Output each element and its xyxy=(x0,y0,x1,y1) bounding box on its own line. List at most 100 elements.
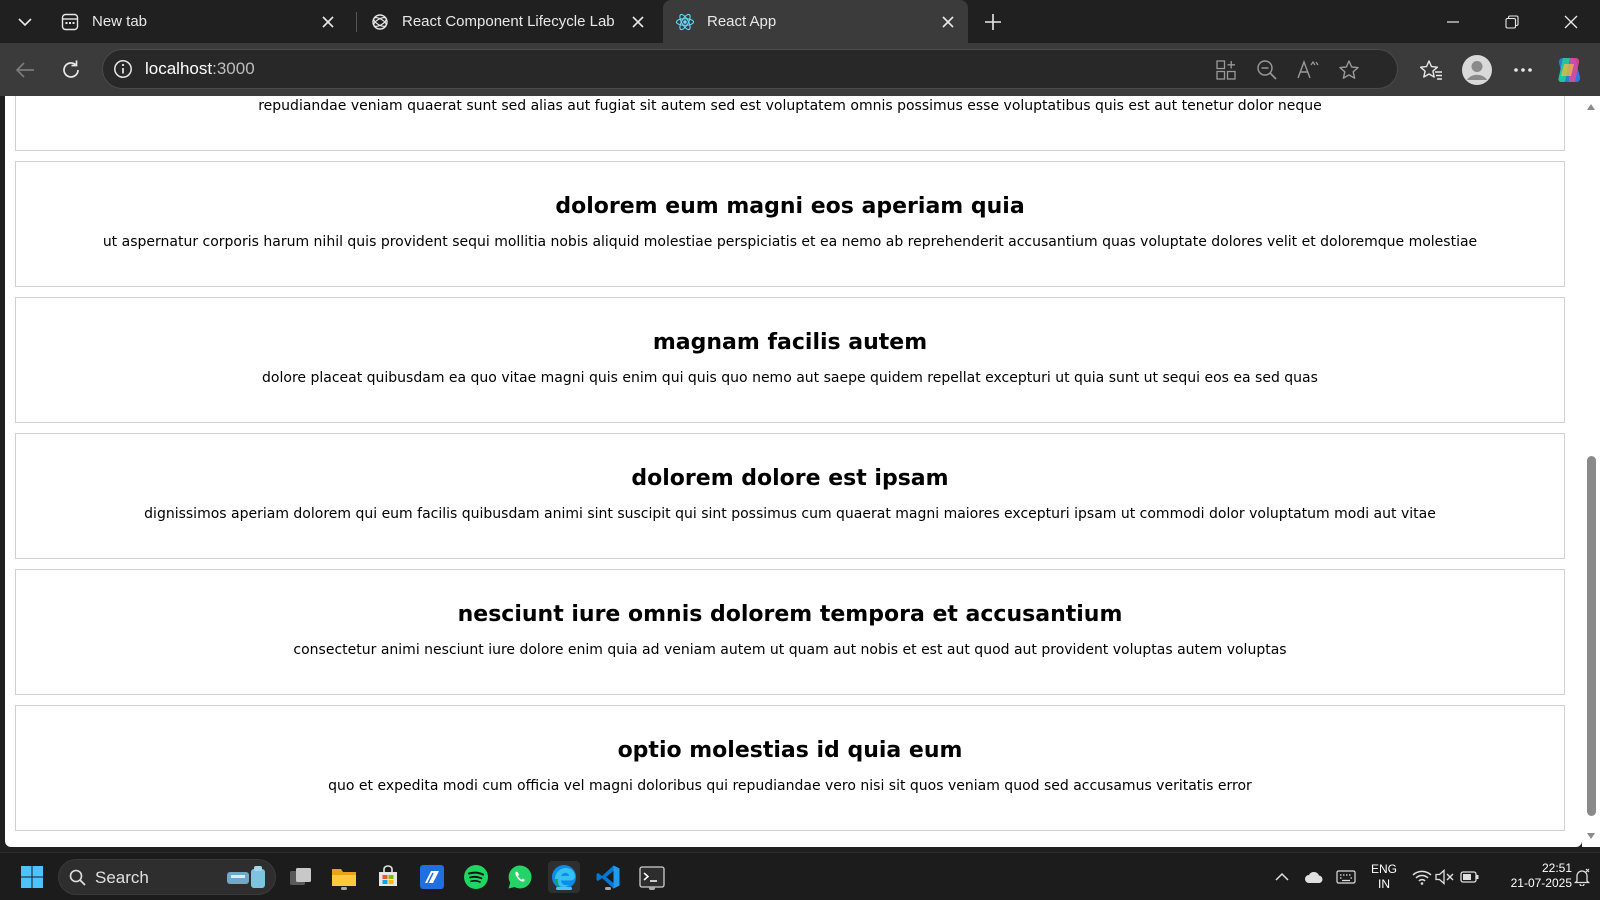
post-title: magnam facilis autem xyxy=(652,330,928,355)
url-text[interactable]: localhost:3000 xyxy=(145,59,255,79)
microsoft-store-button[interactable] xyxy=(372,861,404,893)
copilot-button[interactable] xyxy=(1553,54,1585,86)
back-button[interactable] xyxy=(9,54,41,86)
tab-react-app[interactable]: React App xyxy=(663,0,968,43)
vertical-scrollbar[interactable] xyxy=(1582,96,1600,847)
spotify-button[interactable] xyxy=(460,861,492,893)
post-card: dolorem dolore est ipsam dignissimos ape… xyxy=(15,433,1565,559)
search-highlight-icon xyxy=(227,866,265,888)
read-aloud-icon[interactable] xyxy=(1296,58,1320,82)
post-title: optio molestias id quia eum xyxy=(617,738,963,763)
post-body: dolore placeat quibusdam ea quo vitae ma… xyxy=(262,370,1318,386)
clock-date: 21-07-2025 xyxy=(1510,876,1572,890)
windows-taskbar: Search ENG IN 22:51 21-07-2025 xyxy=(0,852,1600,900)
url-port: :3000 xyxy=(212,59,255,78)
post-card: nesciunt iure omnis dolorem tempora et a… xyxy=(15,569,1565,695)
post-body: consectetur animi nesciunt iure dolore e… xyxy=(293,642,1287,658)
settings-more-button[interactable] xyxy=(1507,54,1539,86)
favorites-button[interactable] xyxy=(1415,54,1447,86)
tab-new-tab[interactable]: New tab xyxy=(48,0,348,43)
scroll-down-arrow-icon[interactable] xyxy=(1586,831,1596,841)
tab-title: React Component Lifecycle Lab xyxy=(402,13,615,30)
task-view-icon xyxy=(290,868,311,885)
file-explorer-button[interactable] xyxy=(328,861,360,893)
store-icon xyxy=(379,865,397,886)
clock[interactable]: 22:51 21-07-2025 xyxy=(1488,861,1572,891)
touch-keyboard-icon[interactable] xyxy=(1336,867,1356,887)
task-view-button[interactable] xyxy=(285,861,317,893)
whatsapp-icon xyxy=(508,865,532,889)
app-available-icon[interactable] xyxy=(1214,58,1238,82)
app-blue-icon xyxy=(420,865,444,889)
tab-title: React App xyxy=(707,13,777,30)
chevron-down-icon xyxy=(18,18,32,27)
post-title: dolorem dolore est ipsam xyxy=(631,466,949,491)
language-code: ENG xyxy=(1370,862,1397,876)
show-hidden-icons-button[interactable] xyxy=(1272,867,1292,887)
restore-button[interactable] xyxy=(1483,0,1541,43)
close-tab-button[interactable] xyxy=(626,10,650,34)
onedrive-icon[interactable] xyxy=(1304,867,1324,887)
new-tab-button[interactable] xyxy=(978,7,1008,37)
url-host: localhost xyxy=(145,59,213,78)
restore-icon xyxy=(1505,14,1519,29)
terminal-icon xyxy=(639,866,665,888)
scrollbar-thumb[interactable] xyxy=(1587,456,1596,816)
battery-icon[interactable] xyxy=(1460,867,1480,887)
post-body: dignissimos aperiam dolorem qui eum faci… xyxy=(144,506,1436,522)
vscode-button[interactable] xyxy=(592,861,624,893)
wifi-icon[interactable] xyxy=(1412,867,1432,887)
folder-icon xyxy=(332,869,356,886)
refresh-icon xyxy=(63,60,79,78)
close-window-button[interactable] xyxy=(1542,0,1600,43)
post-card: dolorem eum magni eos aperiam quia ut as… xyxy=(15,161,1565,287)
tab-actions-menu-button[interactable] xyxy=(10,8,40,36)
refresh-button[interactable] xyxy=(55,54,87,86)
clock-time: 22:51 xyxy=(1541,861,1572,875)
notifications-bell-icon[interactable] xyxy=(1572,867,1592,887)
info-icon[interactable] xyxy=(113,59,133,79)
minimize-icon xyxy=(1447,20,1459,23)
taskbar-search-box[interactable]: Search xyxy=(58,859,276,895)
chatgpt-icon xyxy=(370,12,390,32)
edge-browser-button[interactable] xyxy=(548,861,580,893)
close-tab-button[interactable] xyxy=(936,10,960,34)
post-list: repudiandae veniam quaerat sunt sed alia… xyxy=(15,96,1565,841)
close-tab-button[interactable] xyxy=(316,10,340,34)
minimize-button[interactable] xyxy=(1424,0,1482,43)
avatar xyxy=(1462,55,1492,85)
copilot-icon xyxy=(1558,58,1581,82)
post-card: repudiandae veniam quaerat sunt sed alia… xyxy=(15,96,1565,151)
close-icon xyxy=(1564,15,1578,28)
post-body: quo et expedita modi cum officia vel mag… xyxy=(328,778,1252,794)
input-language-indicator[interactable]: ENG IN xyxy=(1366,862,1402,892)
scroll-up-arrow-icon[interactable] xyxy=(1586,102,1596,112)
new-tab-icon xyxy=(60,12,80,32)
page-viewport[interactable]: repudiandae veniam quaerat sunt sed alia… xyxy=(5,96,1582,847)
post-title: nesciunt iure omnis dolorem tempora et a… xyxy=(457,602,1123,627)
post-card: optio molestias id quia eum quo et exped… xyxy=(15,705,1565,831)
chevron-up-icon xyxy=(1275,872,1289,881)
browser-toolbar: localhost:3000 xyxy=(0,43,1600,96)
volume-muted-icon[interactable] xyxy=(1435,867,1455,887)
whatsapp-button[interactable] xyxy=(504,861,536,893)
close-icon xyxy=(942,15,954,28)
post-body: repudiandae veniam quaerat sunt sed alia… xyxy=(258,98,1322,114)
tab-strip: New tab React Component Lifecycle Lab Re… xyxy=(0,0,1600,43)
start-button[interactable] xyxy=(16,861,48,893)
address-bar[interactable]: localhost:3000 xyxy=(102,49,1398,89)
terminal-button[interactable] xyxy=(636,861,668,893)
post-body: ut aspernatur corporis harum nihil quis … xyxy=(102,234,1478,250)
favorites-icon xyxy=(1419,60,1442,80)
post-title: dolorem eum magni eos aperiam quia xyxy=(555,194,1025,219)
zoom-out-icon[interactable] xyxy=(1255,58,1279,82)
close-icon xyxy=(632,15,644,28)
spotify-icon xyxy=(464,865,488,889)
favorite-star-icon[interactable] xyxy=(1337,58,1361,82)
tab-react-component-lifecycle-lab[interactable]: React Component Lifecycle Lab xyxy=(358,0,658,43)
tab-divider xyxy=(356,12,357,32)
profile-button[interactable] xyxy=(1461,54,1493,86)
post-card: magnam facilis autem dolore placeat quib… xyxy=(15,297,1565,423)
plus-icon xyxy=(985,14,1001,30)
app-launcher-button[interactable] xyxy=(416,861,448,893)
